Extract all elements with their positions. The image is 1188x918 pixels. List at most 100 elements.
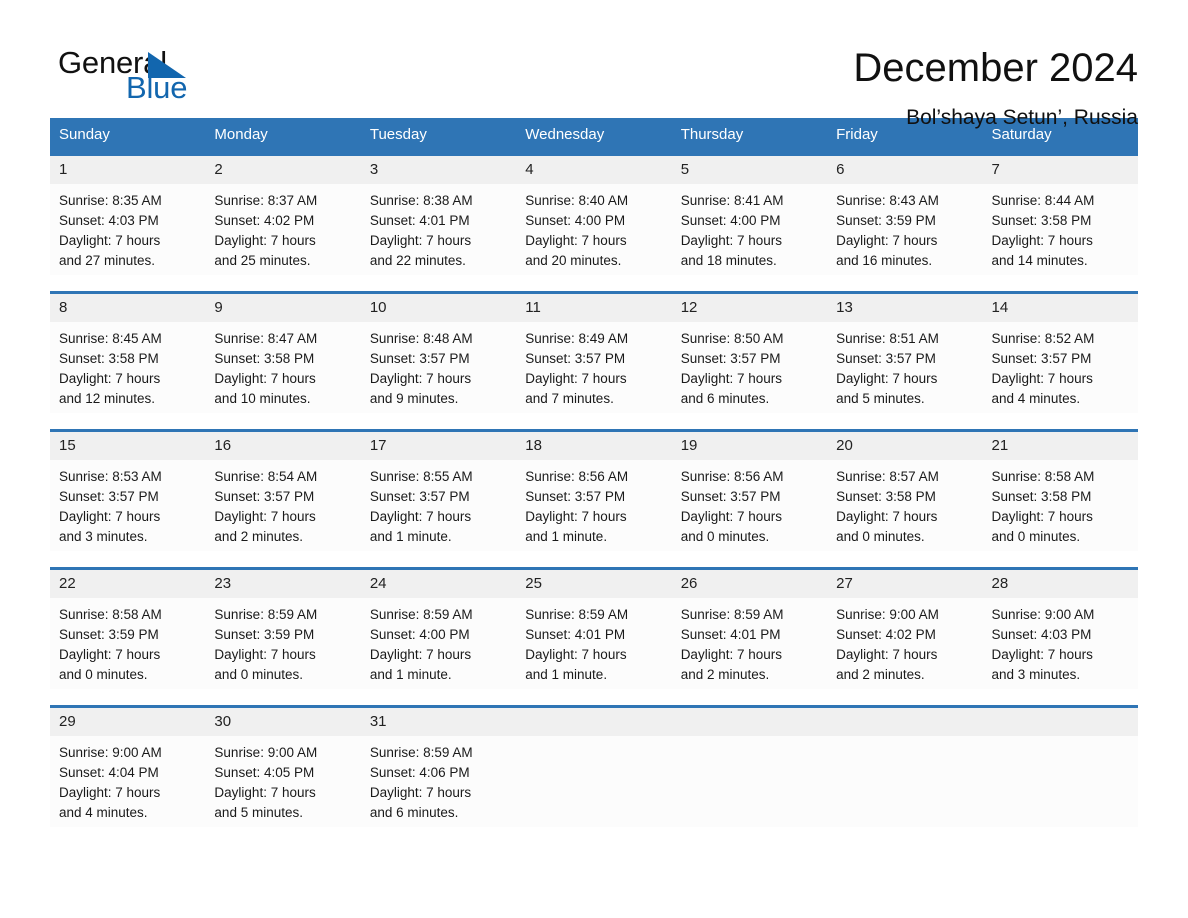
calendar-day-cell[interactable]: 16 Sunrise: 8:54 AM Sunset: 3:57 PM Dayl… [205,432,361,551]
sunrise-text: Sunrise: 8:53 AM [59,469,162,484]
day-number: 17 [360,432,517,460]
day-details: Sunrise: 8:45 AM Sunset: 3:58 PM Dayligh… [50,322,205,409]
calendar-week-row: 29 Sunrise: 9:00 AM Sunset: 4:04 PM Dayl… [50,705,1138,827]
calendar-day-cell[interactable]: 26 Sunrise: 8:59 AM Sunset: 4:01 PM Dayl… [671,570,828,689]
calendar-day-cell[interactable]: 7 Sunrise: 8:44 AM Sunset: 3:58 PM Dayli… [982,156,1138,275]
daylight-text-line2: and 5 minutes. [836,391,925,406]
calendar-week-row: 8 Sunrise: 8:45 AM Sunset: 3:58 PM Dayli… [50,291,1138,413]
day-details: Sunrise: 8:35 AM Sunset: 4:03 PM Dayligh… [50,184,205,271]
calendar-day-cell-empty [671,708,828,827]
sunrise-text: Sunrise: 8:41 AM [680,193,784,208]
calendar-day-cell[interactable]: 2 Sunrise: 8:37 AM Sunset: 4:02 PM Dayli… [205,156,361,275]
calendar-day-cell[interactable]: 1 Sunrise: 8:35 AM Sunset: 4:03 PM Dayli… [50,156,206,275]
calendar-day-cell[interactable]: 15 Sunrise: 8:53 AM Sunset: 3:57 PM Dayl… [50,432,206,551]
weekday-header-thursday: Thursday [680,126,744,143]
calendar-day-cell[interactable]: 31 Sunrise: 8:59 AM Sunset: 4:06 PM Dayl… [360,708,517,827]
brand-name-blue: Blue [126,70,188,105]
calendar-day-cell[interactable]: 19 Sunrise: 8:56 AM Sunset: 3:57 PM Dayl… [671,432,828,551]
calendar-day-cell[interactable]: 11 Sunrise: 8:49 AM Sunset: 3:57 PM Dayl… [516,294,672,413]
sunrise-text: Sunrise: 8:38 AM [369,193,473,208]
calendar-day-cell[interactable]: 22 Sunrise: 8:58 AM Sunset: 3:59 PM Dayl… [50,570,206,689]
day-details: Sunrise: 8:59 AM Sunset: 4:01 PM Dayligh… [516,598,671,685]
day-details: Sunrise: 8:47 AM Sunset: 3:58 PM Dayligh… [205,322,360,409]
sunset-text: Sunset: 3:58 PM [59,351,159,366]
daylight-text-line2: and 0 minutes. [836,529,925,544]
daylight-text-line2: and 0 minutes. [214,667,303,682]
calendar-day-cell[interactable]: 17 Sunrise: 8:55 AM Sunset: 3:57 PM Dayl… [360,432,517,551]
sunrise-text: Sunrise: 8:51 AM [836,331,939,346]
sunrise-text: Sunrise: 8:59 AM [369,607,473,622]
day-details: Sunrise: 8:55 AM Sunset: 3:57 PM Dayligh… [361,460,516,547]
daylight-text-line1: Daylight: 7 hours [525,509,627,524]
calendar-day-cell[interactable]: 8 Sunrise: 8:45 AM Sunset: 3:58 PM Dayli… [50,294,206,413]
calendar-day-cell[interactable]: 18 Sunrise: 8:56 AM Sunset: 3:57 PM Dayl… [516,432,672,551]
day-details: Sunrise: 8:56 AM Sunset: 3:57 PM Dayligh… [516,460,671,547]
daylight-text-line1: Daylight: 7 hours [369,371,472,386]
calendar-day-cell[interactable]: 30 Sunrise: 9:00 AM Sunset: 4:05 PM Dayl… [205,708,361,827]
sunset-text: Sunset: 3:57 PM [525,489,626,504]
week-gap [50,689,1138,705]
sunset-text: Sunset: 3:59 PM [836,213,936,228]
sunrise-text: Sunrise: 9:00 AM [991,607,1095,622]
day-details: Sunrise: 8:44 AM Sunset: 3:58 PM Dayligh… [983,184,1138,271]
daylight-text-line2: and 25 minutes. [214,253,311,268]
day-number: 19 [671,432,828,460]
calendar-day-cell[interactable]: 13 Sunrise: 8:51 AM Sunset: 3:57 PM Dayl… [827,294,983,413]
daylight-text-line1: Daylight: 7 hours [680,647,782,662]
calendar-day-cell[interactable]: 23 Sunrise: 8:59 AM Sunset: 3:59 PM Dayl… [205,570,361,689]
day-number: 8 [50,294,206,322]
calendar-day-cell[interactable]: 4 Sunrise: 8:40 AM Sunset: 4:00 PM Dayli… [516,156,672,275]
daylight-text-line1: Daylight: 7 hours [214,647,316,662]
calendar-day-cell[interactable]: 27 Sunrise: 9:00 AM Sunset: 4:02 PM Dayl… [827,570,983,689]
calendar-day-cell[interactable]: 24 Sunrise: 8:59 AM Sunset: 4:00 PM Dayl… [360,570,517,689]
day-number: 20 [827,432,983,460]
calendar-day-cell[interactable]: 25 Sunrise: 8:59 AM Sunset: 4:01 PM Dayl… [516,570,672,689]
calendar-week-row: 22 Sunrise: 8:58 AM Sunset: 3:59 PM Dayl… [50,567,1138,689]
day-number: 6 [827,156,983,184]
sunrise-text: Sunrise: 8:58 AM [59,607,162,622]
calendar-day-cell[interactable]: 21 Sunrise: 8:58 AM Sunset: 3:58 PM Dayl… [982,432,1138,551]
sunrise-text: Sunrise: 8:58 AM [991,469,1095,484]
sunrise-text: Sunrise: 8:56 AM [525,469,629,484]
sunrise-text: Sunrise: 8:37 AM [214,193,318,208]
sunrise-text: Sunrise: 8:52 AM [991,331,1095,346]
calendar-day-cell[interactable]: 14 Sunrise: 8:52 AM Sunset: 3:57 PM Dayl… [982,294,1138,413]
calendar-day-cell-empty [982,708,1138,827]
sunset-text: Sunset: 3:57 PM [680,351,781,366]
calendar-day-cell[interactable]: 10 Sunrise: 8:48 AM Sunset: 3:57 PM Dayl… [360,294,517,413]
day-number: 27 [827,570,983,598]
sunset-text: Sunset: 4:02 PM [214,213,315,228]
daylight-text-line1: Daylight: 7 hours [991,509,1093,524]
day-number: 18 [516,432,672,460]
calendar-day-cell[interactable]: 29 Sunrise: 9:00 AM Sunset: 4:04 PM Dayl… [50,708,206,827]
day-details: Sunrise: 9:00 AM Sunset: 4:03 PM Dayligh… [983,598,1138,685]
day-details: Sunrise: 8:37 AM Sunset: 4:02 PM Dayligh… [205,184,360,271]
sunrise-text: Sunrise: 8:35 AM [59,193,162,208]
sunrise-text: Sunrise: 8:48 AM [369,331,473,346]
sunset-text: Sunset: 4:00 PM [369,627,470,642]
general-blue-logo[interactable]: General Blue [50,44,225,114]
calendar-day-cell[interactable]: 9 Sunrise: 8:47 AM Sunset: 3:58 PM Dayli… [205,294,361,413]
page-header: General Blue December 2024 Bol’shaya Set… [50,0,1138,130]
daylight-text-line1: Daylight: 7 hours [680,509,782,524]
calendar-day-cell[interactable]: 20 Sunrise: 8:57 AM Sunset: 3:58 PM Dayl… [827,432,983,551]
calendar-day-cell[interactable]: 5 Sunrise: 8:41 AM Sunset: 4:00 PM Dayli… [671,156,828,275]
weekday-header-friday: Friday [836,126,878,143]
day-number: 4 [516,156,672,184]
day-number: 1 [50,156,206,184]
calendar-day-cell[interactable]: 6 Sunrise: 8:43 AM Sunset: 3:59 PM Dayli… [827,156,983,275]
day-number [982,708,1138,736]
calendar-day-cell[interactable]: 12 Sunrise: 8:50 AM Sunset: 3:57 PM Dayl… [671,294,828,413]
week-gap [50,275,1138,291]
daylight-text-line1: Daylight: 7 hours [214,371,316,386]
day-number: 7 [982,156,1138,184]
calendar-day-cell-empty [516,708,672,827]
calendar-day-cell[interactable]: 28 Sunrise: 9:00 AM Sunset: 4:03 PM Dayl… [982,570,1138,689]
daylight-text-line2: and 27 minutes. [59,253,156,268]
weekday-header-monday: Monday [214,126,268,143]
daylight-text-line2: and 10 minutes. [214,391,311,406]
calendar-day-cell[interactable]: 3 Sunrise: 8:38 AM Sunset: 4:01 PM Dayli… [360,156,517,275]
day-details: Sunrise: 8:57 AM Sunset: 3:58 PM Dayligh… [827,460,982,547]
day-number: 21 [982,432,1138,460]
daylight-text-line2: and 1 minute. [525,667,608,682]
